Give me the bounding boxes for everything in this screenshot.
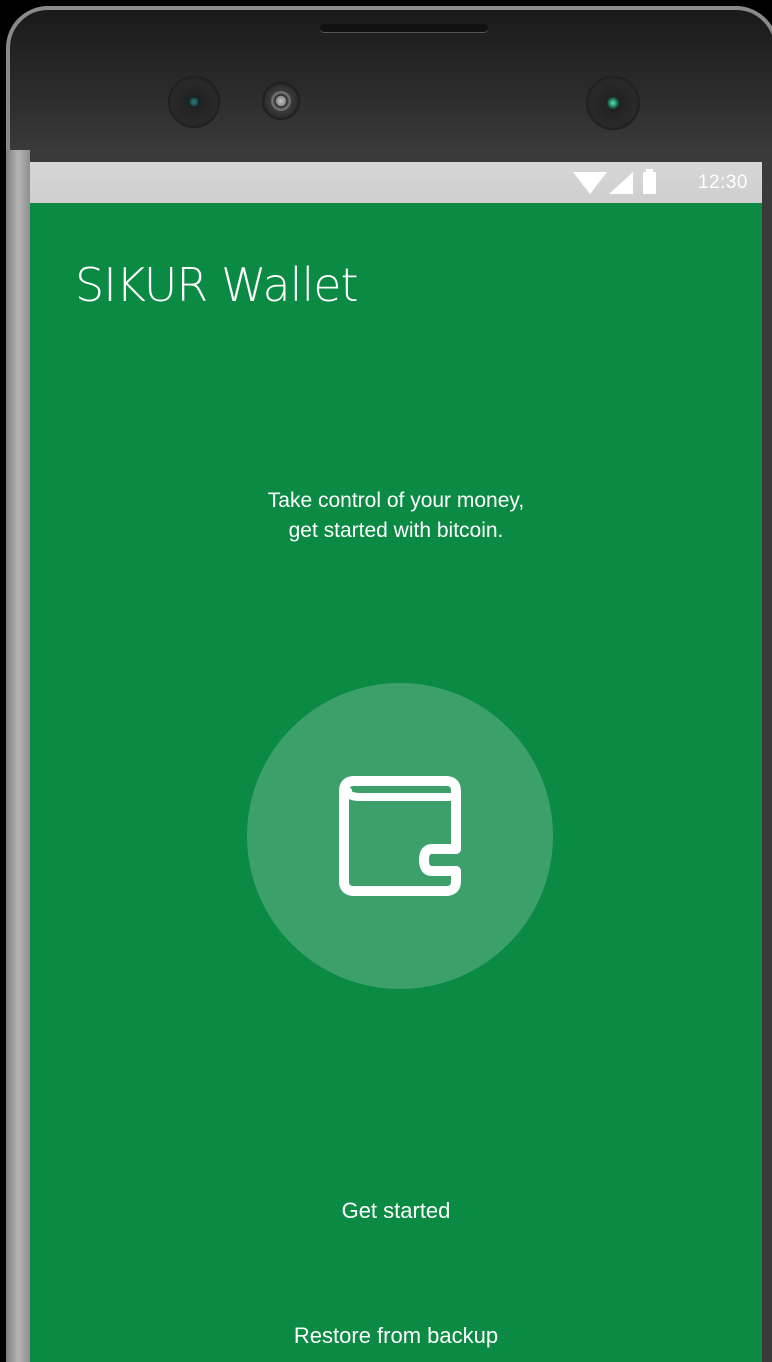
wifi-icon bbox=[572, 172, 607, 194]
front-camera bbox=[262, 82, 300, 120]
app-title: SIKUR Wallet bbox=[75, 258, 359, 312]
wallet-icon bbox=[339, 776, 461, 896]
restore-from-backup-button[interactable]: Restore from backup bbox=[30, 1311, 762, 1361]
tagline-line-1: Take control of your money, bbox=[267, 489, 525, 512]
sensor-lens bbox=[607, 97, 619, 109]
tagline: Take control of your money, get started … bbox=[30, 486, 762, 546]
sensor-lens bbox=[188, 96, 200, 108]
earpiece-speaker bbox=[320, 24, 488, 33]
get-started-button[interactable]: Get started bbox=[30, 1186, 762, 1236]
signal-icon bbox=[608, 172, 633, 194]
proximity-sensor bbox=[168, 76, 220, 128]
battery-icon bbox=[642, 169, 656, 194]
status-bar: 12:30 bbox=[30, 162, 762, 203]
camera-lens bbox=[271, 91, 291, 111]
app-screen: 12:30 SIKUR Wallet Take control of your … bbox=[30, 162, 762, 1362]
phone-side-edge bbox=[6, 150, 30, 1362]
status-icons: 12:30 bbox=[572, 169, 748, 196]
status-time: 12:30 bbox=[697, 172, 748, 193]
light-sensor bbox=[586, 76, 640, 130]
tagline-line-2: get started with bitcoin. bbox=[288, 519, 504, 542]
